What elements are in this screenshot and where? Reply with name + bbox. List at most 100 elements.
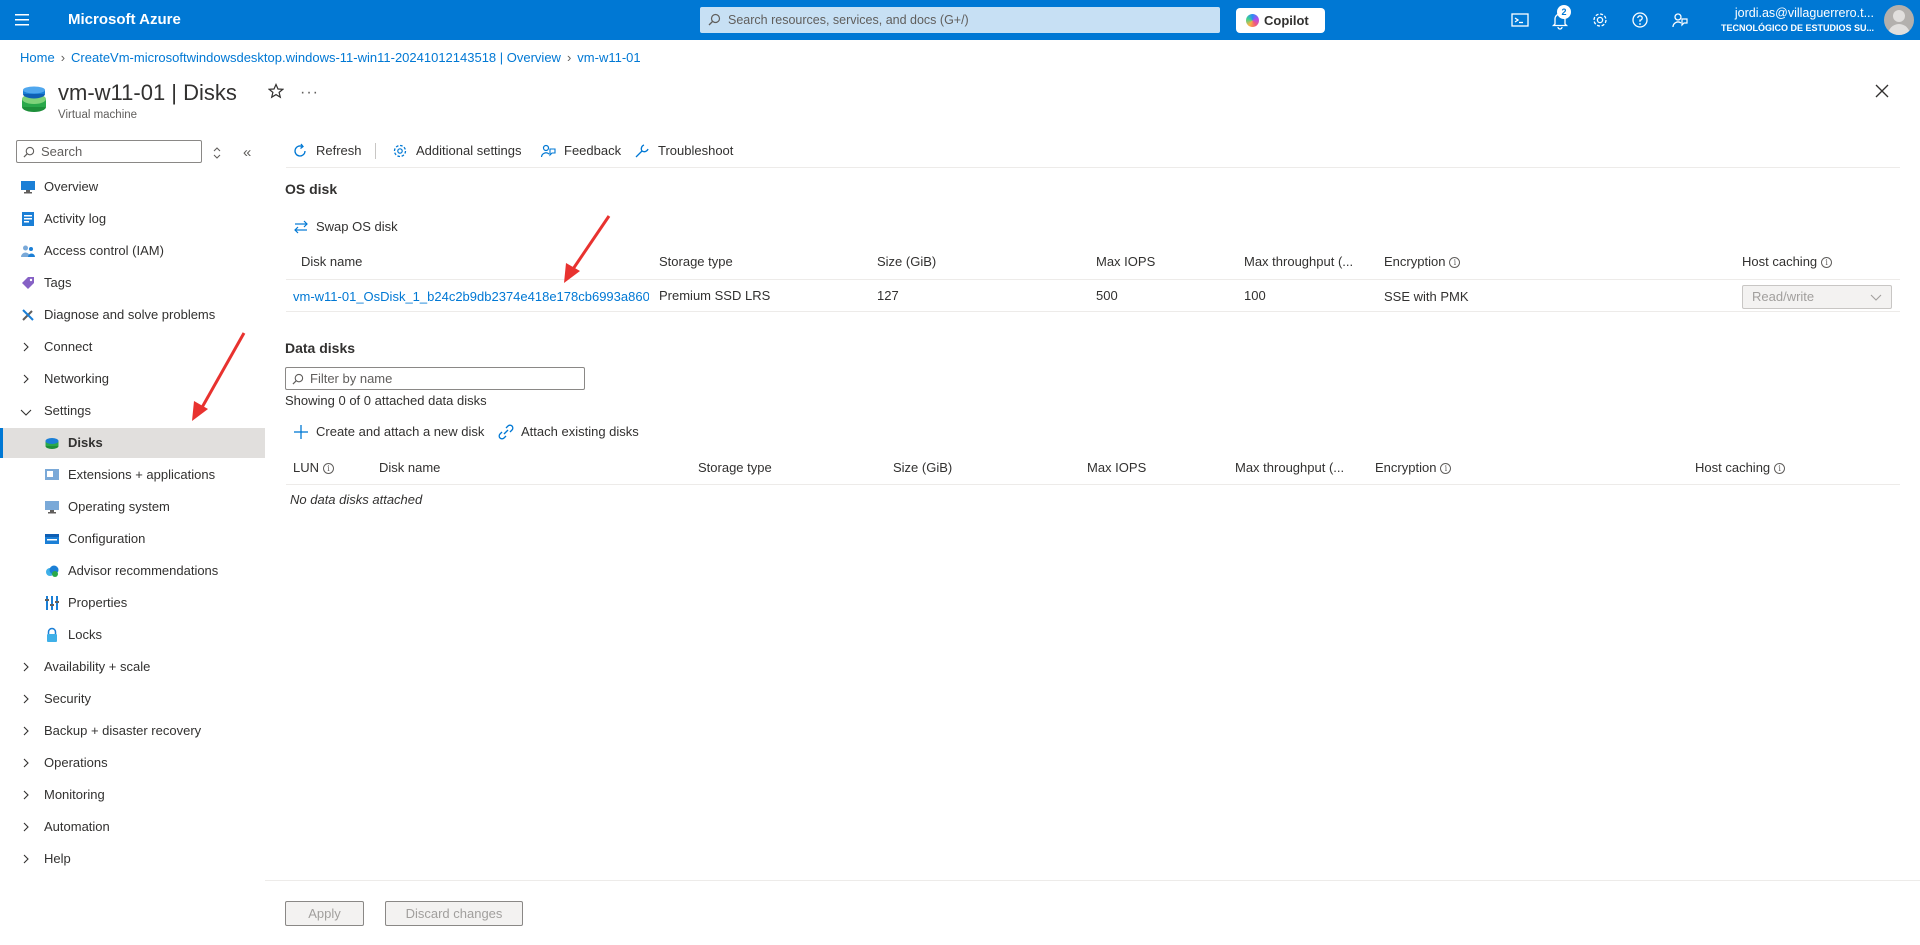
column-header-size[interactable]: Size (GiB) [877, 254, 936, 269]
collapse-sidebar-icon[interactable]: « [243, 144, 251, 161]
discard-changes-button[interactable]: Discard changes [385, 901, 523, 926]
sidebar-group-backup[interactable]: Backup + disaster recovery [0, 716, 265, 746]
host-caching-value: Read/write [1752, 289, 1815, 304]
sidebar-item-activity-log[interactable]: Activity log [0, 204, 265, 234]
global-search-input[interactable]: Search resources, services, and docs (G+… [700, 7, 1220, 33]
chevron-right-icon [23, 694, 29, 704]
additional-settings-button[interactable]: Additional settings [392, 138, 522, 164]
attach-existing-disks-button[interactable]: Attach existing disks [495, 420, 639, 444]
refresh-icon [294, 143, 306, 157]
sidebar-item-label: Monitoring [44, 787, 105, 802]
user-email[interactable]: jordi.as@villaguerrero.t... [1735, 6, 1874, 20]
sidebar-item-label: Backup + disaster recovery [44, 723, 202, 738]
column-header-disk-name[interactable]: Disk name [301, 254, 362, 269]
column-header-max-throughput[interactable]: Max throughput (... [1235, 460, 1344, 475]
sidebar-item-label: Disks [68, 435, 103, 450]
properties-bars-icon [45, 596, 59, 610]
cloud-shell-icon[interactable] [1510, 10, 1530, 30]
copilot-button[interactable]: Copilot [1236, 8, 1325, 33]
info-icon[interactable]: i [323, 463, 335, 475]
sidebar-item-label: Extensions + applications [68, 467, 216, 482]
os-disk-name-link[interactable]: vm-w11-01_OsDisk_1_b24c2b9db2374e418e178… [293, 289, 649, 304]
create-attach-disk-button[interactable]: Create and attach a new disk [290, 420, 484, 444]
os-disk-heading: OS disk [285, 181, 338, 197]
sidebar-item-tags[interactable]: Tags [0, 268, 265, 298]
sidebar-group-availability[interactable]: Availability + scale [0, 652, 265, 682]
apply-button[interactable]: Apply [285, 901, 364, 926]
chevron-right-icon [23, 342, 29, 352]
sidebar-item-label: Overview [44, 179, 99, 194]
azure-top-bar: Microsoft Azure Search resources, servic… [0, 0, 1920, 40]
sidebar-item-label: Networking [44, 371, 110, 386]
sidebar-group-automation[interactable]: Automation [0, 812, 265, 842]
column-header-lun[interactable]: LUN i [293, 460, 335, 475]
toolbar-separator [375, 143, 376, 159]
sidebar-search-input[interactable]: Search [16, 140, 202, 163]
sidebar-group-help[interactable]: Help [0, 844, 265, 874]
column-header-storage-type[interactable]: Storage type [659, 254, 733, 269]
sidebar-item-extensions[interactable]: Extensions + applications [0, 460, 265, 490]
user-avatar[interactable] [1884, 5, 1914, 35]
favorite-star-icon[interactable] [268, 83, 284, 99]
sidebar-item-operating-system[interactable]: Operating system [0, 492, 265, 522]
portal-brand[interactable]: Microsoft Azure [68, 11, 181, 28]
column-header-encryption[interactable]: Encryption i [1375, 460, 1452, 475]
sidebar-item-disks[interactable]: Disks [0, 428, 265, 458]
feedback-person-icon[interactable] [1670, 10, 1690, 30]
swap-arrows-icon [294, 220, 308, 234]
table-header-divider [286, 279, 1900, 280]
breadcrumb-vm[interactable]: vm-w11-01 [577, 50, 640, 65]
sidebar-item-configuration[interactable]: Configuration [0, 524, 265, 554]
chevron-right-icon [23, 758, 29, 768]
search-icon [23, 146, 35, 158]
help-question-icon[interactable] [1630, 10, 1650, 30]
sidebar-group-monitoring[interactable]: Monitoring [0, 780, 265, 810]
column-header-host-caching[interactable]: Host caching i [1742, 254, 1833, 269]
menu-icon[interactable] [12, 10, 36, 30]
sidebar-item-properties[interactable]: Properties [0, 588, 265, 618]
sidebar-group-operations[interactable]: Operations [0, 748, 265, 778]
troubleshoot-button[interactable]: Troubleshoot [634, 138, 733, 164]
sidebar-item-locks[interactable]: Locks [0, 620, 265, 650]
swap-os-disk-button[interactable]: Swap OS disk [290, 215, 398, 239]
feedback-button[interactable]: Feedback [540, 138, 621, 164]
column-header-host-caching[interactable]: Host caching i [1695, 460, 1786, 475]
search-icon [708, 13, 721, 26]
column-header-disk-name[interactable]: Disk name [379, 460, 440, 475]
column-header-max-iops[interactable]: Max IOPS [1087, 460, 1146, 475]
sidebar-item-label: Settings [44, 403, 91, 418]
filter-by-name-input[interactable]: Filter by name [285, 367, 585, 390]
attach-link-icon [498, 424, 514, 440]
breadcrumb-home[interactable]: Home [20, 50, 55, 65]
sidebar-item-access-control[interactable]: Access control (IAM) [0, 236, 265, 266]
more-options-icon[interactable]: ··· [300, 84, 319, 102]
refresh-button[interactable]: Refresh [292, 138, 362, 164]
disk-icon [45, 438, 59, 449]
sidebar-group-security[interactable]: Security [0, 684, 265, 714]
sidebar-item-label: Tags [44, 275, 72, 290]
sidebar-item-advisor[interactable]: Advisor recommendations [0, 556, 265, 586]
info-icon[interactable]: i [1449, 257, 1461, 269]
column-header-max-iops[interactable]: Max IOPS [1096, 254, 1155, 269]
sidebar-item-label: Advisor recommendations [68, 563, 219, 578]
info-icon[interactable]: i [1821, 257, 1833, 269]
sort-toggle-icon[interactable] [212, 147, 222, 159]
breadcrumb-deployment[interactable]: CreateVm-microsoftwindowsdesktop.windows… [71, 50, 561, 65]
host-caching-dropdown[interactable]: Read/write [1742, 285, 1892, 309]
notification-count-badge: 2 [1557, 5, 1571, 19]
info-icon[interactable]: i [1440, 463, 1452, 475]
os-disk-max-throughput: 100 [1244, 288, 1266, 303]
sidebar-item-overview[interactable]: Overview [0, 172, 265, 202]
column-header-max-throughput[interactable]: Max throughput (... [1244, 254, 1353, 269]
table-header-divider [286, 484, 1900, 485]
sidebar-item-label: Access control (IAM) [44, 243, 164, 258]
close-icon[interactable] [1874, 83, 1890, 99]
virtual-machine-disk-icon [22, 86, 46, 112]
settings-gear-icon[interactable] [1590, 10, 1610, 30]
column-header-storage-type[interactable]: Storage type [698, 460, 772, 475]
sidebar-item-label: Automation [44, 819, 110, 834]
column-header-encryption[interactable]: Encryption i [1384, 254, 1461, 269]
info-icon[interactable]: i [1774, 463, 1786, 475]
copilot-label: Copilot [1264, 13, 1309, 28]
column-header-size[interactable]: Size (GiB) [893, 460, 952, 475]
